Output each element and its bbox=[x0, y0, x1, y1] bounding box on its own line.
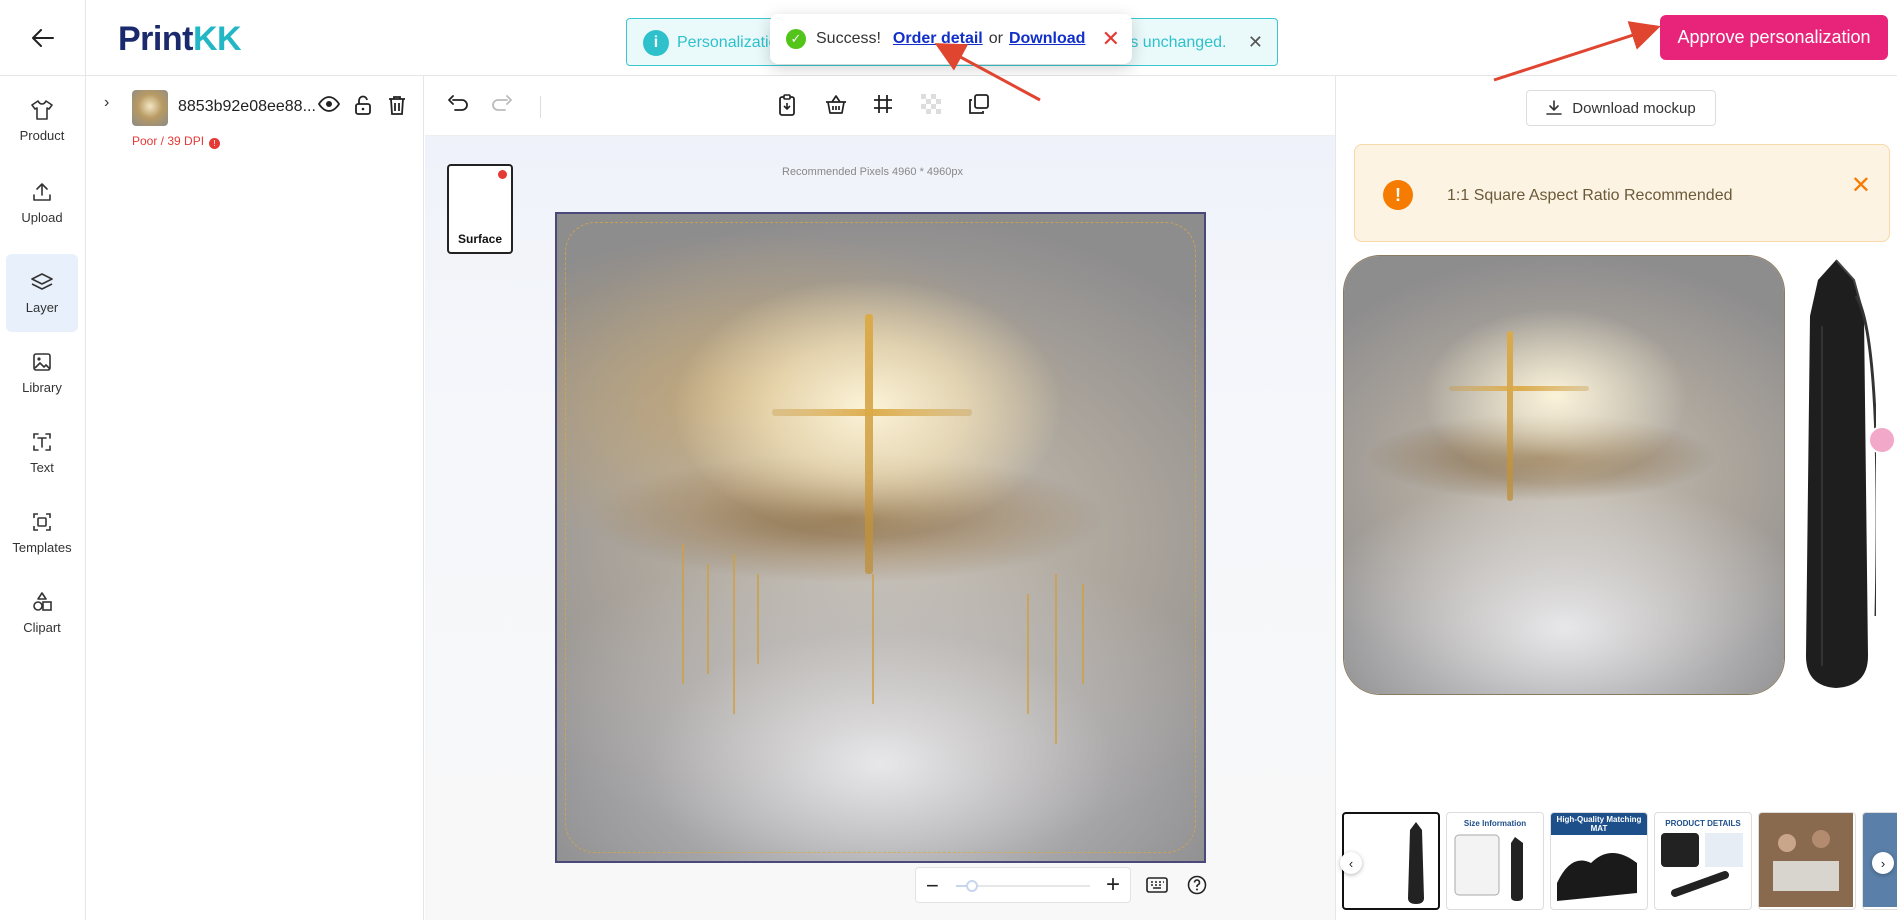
zoom-control: − + bbox=[915, 867, 1131, 903]
logo: PrintKK bbox=[118, 20, 242, 59]
top-bar: PrintKK i Personalizatio ains unchanged.… bbox=[0, 0, 1897, 76]
success-toast: ✓ Success! Order detail or Download ✕ bbox=[770, 14, 1132, 64]
keyboard-icon bbox=[1146, 877, 1168, 893]
shapes-icon bbox=[33, 591, 52, 611]
info-icon: i bbox=[643, 30, 669, 56]
alert-icon: ! bbox=[209, 138, 221, 149]
mat-mockup-preview bbox=[1344, 256, 1784, 694]
carry-bag-preview bbox=[1806, 259, 1876, 688]
nav-label: Library bbox=[22, 379, 62, 395]
cross-vertical bbox=[1507, 331, 1513, 501]
download-mockup-label: Download mockup bbox=[1572, 99, 1696, 117]
check-circle-icon: ✓ bbox=[786, 29, 806, 49]
order-detail-link[interactable]: Order detail bbox=[893, 30, 983, 48]
aspect-ratio-warning: ! 1:1 Square Aspect Ratio Recommended ✕ bbox=[1354, 144, 1890, 242]
layer-thumbnail bbox=[132, 90, 168, 126]
surface-label: Surface bbox=[457, 232, 503, 246]
grid-icon[interactable] bbox=[873, 94, 893, 119]
templates-icon bbox=[33, 512, 51, 531]
help-icon bbox=[1187, 875, 1207, 895]
help-button[interactable] bbox=[1181, 869, 1213, 901]
layers-icon bbox=[31, 272, 53, 290]
arrow-left-icon bbox=[31, 29, 54, 47]
nav-item-text[interactable]: Text bbox=[6, 414, 78, 492]
thumbnail-label: PRODUCT DETAILS bbox=[1665, 819, 1741, 828]
chevron-left-icon[interactable]: ‹ bbox=[1340, 852, 1362, 874]
unlock-icon[interactable] bbox=[354, 95, 372, 120]
nav-label: Text bbox=[30, 459, 54, 475]
tshirt-icon bbox=[31, 99, 53, 120]
close-icon[interactable]: ✕ bbox=[1851, 171, 1871, 200]
dpi-warning: Poor / 39 DPI! bbox=[132, 134, 221, 149]
thumbnail-label: High-Quality Matching MAT bbox=[1551, 813, 1647, 835]
nav-label: Product bbox=[19, 127, 65, 143]
layer-name: 8853b92e08ee88... bbox=[178, 98, 316, 115]
canvas-area: Surface Recommended Pixels 4960 * 4960px… bbox=[425, 76, 1335, 920]
warning-icon: ! bbox=[1383, 180, 1413, 210]
undo-icon[interactable] bbox=[447, 94, 469, 119]
thumbnail[interactable]: PRODUCT DETAILS bbox=[1654, 812, 1752, 910]
download-icon bbox=[1546, 100, 1563, 115]
transparency-icon[interactable] bbox=[921, 94, 941, 119]
text-icon bbox=[33, 432, 51, 451]
zoom-slider[interactable] bbox=[956, 880, 1090, 892]
nav-item-upload[interactable]: Upload bbox=[6, 164, 78, 242]
dpi-text: Poor / 39 DPI bbox=[132, 134, 205, 148]
nav-item-templates[interactable]: Templates bbox=[6, 494, 78, 572]
nav-item-product[interactable]: Product bbox=[6, 82, 78, 160]
status-dot bbox=[498, 170, 507, 179]
mockup-thumbnails: Size Information High-Quality Matching M… bbox=[1336, 812, 1897, 916]
lifestyle-photo bbox=[1759, 813, 1853, 907]
nav-item-clipart[interactable]: Clipart bbox=[6, 574, 78, 652]
logo-text-kk: KK bbox=[192, 20, 242, 58]
canvas-toolbar bbox=[425, 76, 1335, 136]
chevron-right-icon[interactable]: › bbox=[104, 94, 109, 112]
logo-text-print: Print bbox=[118, 20, 193, 58]
thumbnail[interactable]: Size Information bbox=[1446, 812, 1544, 910]
eye-icon[interactable] bbox=[317, 96, 341, 117]
zoom-handle[interactable] bbox=[966, 880, 979, 892]
clipboard-icon[interactable] bbox=[777, 94, 797, 121]
preview-panel: Download mockup ! 1:1 Square Aspect Rati… bbox=[1335, 76, 1897, 920]
thumbnail[interactable]: High-Quality Matching MAT bbox=[1550, 812, 1648, 910]
cut-line bbox=[565, 222, 1196, 853]
info-banner-text: Personalizatio bbox=[677, 34, 778, 51]
download-mockup-button[interactable]: Download mockup bbox=[1526, 90, 1716, 126]
nav-item-layer[interactable]: Layer bbox=[6, 254, 78, 332]
thumbnail[interactable] bbox=[1758, 812, 1856, 910]
thumbnail-label: Size Information bbox=[1463, 819, 1527, 828]
upload-icon bbox=[33, 182, 51, 201]
trash-icon[interactable] bbox=[388, 95, 406, 120]
duplicate-icon[interactable] bbox=[969, 94, 989, 119]
zoom-in-button[interactable]: + bbox=[1106, 871, 1120, 899]
floating-action-icon[interactable] bbox=[1868, 426, 1896, 454]
back-button[interactable] bbox=[0, 0, 86, 76]
toast-or-text: or bbox=[988, 30, 1003, 47]
layer-panel: › 8853b92e08ee88... Poor / 39 DPI! bbox=[86, 76, 424, 920]
image-icon bbox=[33, 352, 51, 371]
recommended-pixels: Recommended Pixels 4960 * 4960px bbox=[782, 166, 964, 178]
toolbar-divider bbox=[540, 96, 541, 118]
nav-label: Templates bbox=[12, 539, 72, 555]
cross-horizontal bbox=[1449, 386, 1589, 391]
zoom-out-button[interactable]: − bbox=[926, 873, 939, 899]
nav-item-library[interactable]: Library bbox=[6, 334, 78, 412]
close-icon[interactable]: ✕ bbox=[1248, 32, 1263, 53]
close-icon[interactable]: ✕ bbox=[1102, 26, 1120, 52]
redo-icon[interactable] bbox=[491, 94, 513, 119]
chevron-right-icon[interactable]: › bbox=[1872, 852, 1894, 874]
layer-row[interactable]: › 8853b92e08ee88... Poor / 39 DPI! bbox=[86, 76, 424, 158]
download-link[interactable]: Download bbox=[1009, 30, 1085, 48]
nav-label: Layer bbox=[25, 299, 59, 315]
nav-label: Clipart bbox=[23, 619, 61, 635]
nav-label: Upload bbox=[21, 209, 63, 225]
basket-icon[interactable] bbox=[825, 94, 847, 119]
design-canvas[interactable] bbox=[555, 212, 1206, 863]
surface-card[interactable]: Surface bbox=[447, 164, 513, 254]
approve-personalization-button[interactable]: Approve personalization bbox=[1660, 15, 1888, 60]
keyboard-shortcuts-button[interactable] bbox=[1141, 869, 1173, 901]
left-nav: Product Upload Layer Library Text Templa… bbox=[0, 76, 86, 920]
toast-status: Success! bbox=[816, 30, 881, 47]
warning-text: 1:1 Square Aspect Ratio Recommended bbox=[1447, 187, 1733, 204]
